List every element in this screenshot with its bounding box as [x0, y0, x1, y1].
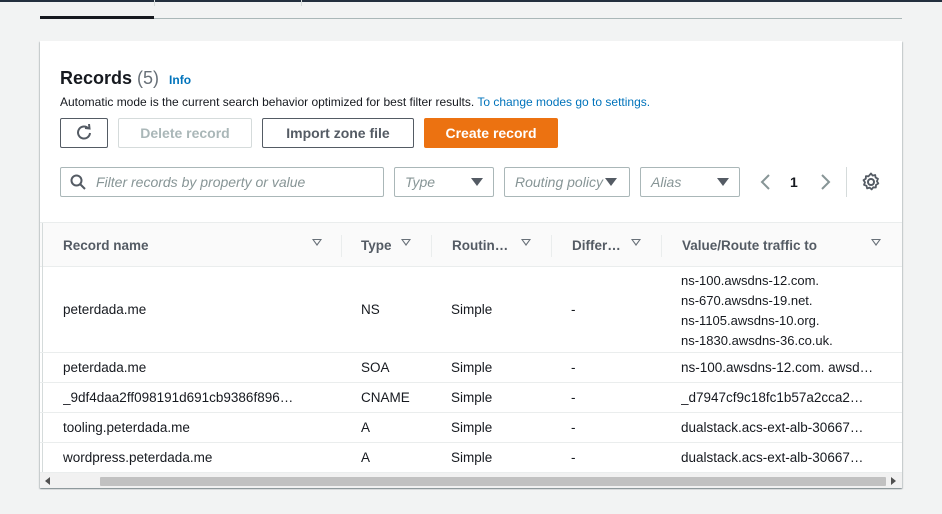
alias-select[interactable]: Alias: [640, 167, 740, 197]
column-header-type[interactable]: Type: [361, 223, 411, 267]
routing-policy-select[interactable]: Routing policy: [504, 167, 630, 197]
chevron-right-icon[interactable]: [818, 174, 832, 190]
column-label: Record name: [63, 237, 149, 253]
import-zone-file-button[interactable]: Import zone file: [262, 118, 414, 148]
column-header-record-name[interactable]: Record name: [63, 223, 322, 267]
sort-icon: [401, 239, 411, 246]
sort-icon: [631, 239, 641, 246]
record-differentiator: -: [571, 360, 576, 375]
gear-icon[interactable]: [861, 172, 881, 192]
column-header-value[interactable]: Value/Route traffic to: [682, 223, 881, 267]
record-routing: Simple: [451, 420, 493, 435]
description-text: Automatic mode is the current search beh…: [60, 95, 475, 109]
column-divider[interactable]: [341, 235, 342, 257]
caret-down-icon: [717, 178, 729, 186]
records-header: Records (5) Info: [60, 68, 191, 89]
record-routing: Simple: [451, 390, 493, 405]
column-label: Routin…: [452, 237, 509, 253]
table-row[interactable]: _9df4daa2ff098191d691cb9386f896… CNAME S…: [40, 383, 902, 413]
record-value: _d7947cf9c18fc1b57a2cca2…: [681, 390, 864, 405]
column-divider[interactable]: [661, 235, 662, 257]
record-name: _9df4daa2ff098191d691cb9386f896…: [63, 390, 294, 405]
table-row[interactable]: peterdada.me NS Simple - ns-100.awsdns-1…: [40, 267, 902, 353]
search-mode-description: Automatic mode is the current search beh…: [60, 95, 650, 109]
record-type: CNAME: [361, 390, 410, 405]
record-routing: Simple: [451, 302, 493, 317]
scroll-right-icon[interactable]: [891, 477, 896, 485]
search-placeholder: Filter records by property or value: [96, 174, 306, 190]
record-name: peterdada.me: [63, 302, 147, 317]
value-line: ns-1105.awsdns-10.org.: [681, 313, 820, 328]
column-header-routing[interactable]: Routin…: [452, 223, 531, 267]
sort-icon: [521, 239, 531, 246]
refresh-button[interactable]: [60, 118, 108, 148]
refresh-icon: [77, 124, 91, 140]
record-name: tooling.peterdada.me: [63, 420, 190, 435]
top-edge: [0, 0, 942, 2]
record-value: dualstack.acs-ext-alb-30667…: [681, 420, 864, 435]
value-line: ns-670.awsdns-19.net.: [681, 293, 813, 308]
record-type: SOA: [361, 360, 390, 375]
pager-divider: [846, 167, 847, 197]
type-select[interactable]: Type: [394, 167, 494, 197]
delete-record-button[interactable]: Delete record: [118, 118, 252, 148]
scrollbar-thumb[interactable]: [100, 477, 886, 486]
search-icon: [70, 174, 86, 190]
record-value: ns-100.awsdns-12.com. awsd…: [681, 360, 874, 375]
tab-separator: [154, 0, 155, 6]
records-count: (5): [137, 68, 160, 88]
caret-down-icon: [605, 178, 617, 186]
records-title: Records: [60, 68, 133, 88]
record-differentiator: -: [571, 390, 576, 405]
settings-link[interactable]: To change modes go to settings.: [477, 95, 650, 109]
tab-strip: [0, 0, 942, 22]
create-record-button[interactable]: Create record: [424, 118, 558, 148]
record-routing: Simple: [451, 360, 493, 375]
column-label: Value/Route traffic to: [682, 237, 818, 253]
record-type: A: [361, 420, 371, 435]
record-values: ns-100.awsdns-12.com. ns-670.awsdns-19.n…: [681, 271, 833, 351]
tab-active-indicator: [40, 16, 154, 19]
tab-underline: [40, 18, 902, 19]
routing-placeholder: Routing policy: [515, 174, 603, 190]
search-input[interactable]: Filter records by property or value: [60, 167, 384, 197]
type-placeholder: Type: [405, 174, 436, 190]
record-name: wordpress.peterdada.me: [63, 450, 213, 465]
value-line: ns-1830.awsdns-36.co.uk.: [681, 333, 833, 348]
sort-icon: [871, 239, 881, 246]
record-differentiator: -: [571, 420, 576, 435]
current-page[interactable]: 1: [790, 174, 798, 190]
record-type: A: [361, 450, 371, 465]
value-line: ns-100.awsdns-12.com.: [681, 273, 820, 288]
table-header: Record name Type Routin… Differ… Value/R…: [40, 223, 902, 267]
chevron-left-icon[interactable]: [759, 174, 773, 190]
record-differentiator: -: [571, 450, 576, 465]
column-label: Type: [361, 237, 392, 253]
horizontal-scrollbar[interactable]: [40, 472, 902, 488]
record-name: peterdada.me: [63, 360, 147, 375]
records-panel: Records (5) Info Automatic mode is the c…: [40, 41, 902, 488]
record-value: dualstack.acs-ext-alb-30667…: [681, 450, 864, 465]
info-link[interactable]: Info: [169, 73, 191, 87]
table-row[interactable]: wordpress.peterdada.me A Simple - dualst…: [40, 443, 902, 473]
record-type: NS: [361, 302, 380, 317]
column-label: Differ…: [572, 237, 621, 253]
column-divider[interactable]: [431, 235, 432, 257]
scroll-left-icon[interactable]: [45, 477, 50, 485]
sort-icon: [312, 239, 322, 246]
column-divider[interactable]: [551, 235, 552, 257]
tab-separator: [301, 0, 302, 6]
records-table: Record name Type Routin… Differ… Value/R…: [40, 222, 902, 475]
record-differentiator: -: [571, 302, 576, 317]
record-routing: Simple: [451, 450, 493, 465]
table-row[interactable]: tooling.peterdada.me A Simple - dualstac…: [40, 413, 902, 443]
caret-down-icon: [471, 178, 483, 186]
alias-placeholder: Alias: [651, 174, 682, 190]
column-header-differentiator[interactable]: Differ…: [572, 223, 641, 267]
table-row[interactable]: peterdada.me SOA Simple - ns-100.awsdns-…: [40, 353, 902, 383]
